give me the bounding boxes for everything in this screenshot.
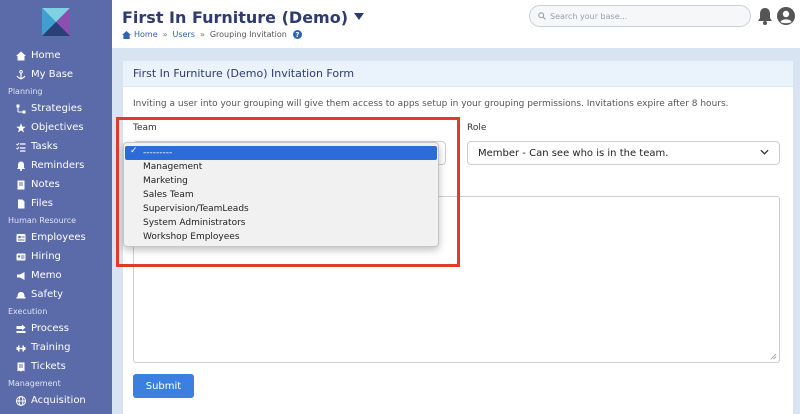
breadcrumb: Home » Users » Grouping Invitation ? xyxy=(122,30,302,39)
note-icon xyxy=(15,179,26,190)
sidebar-item-objectives[interactable]: Objectives xyxy=(0,118,112,137)
sidebar-section-label: Management xyxy=(8,379,61,388)
header: First In Furniture (Demo) Home » Users »… xyxy=(112,0,800,48)
team-option-label: Management xyxy=(143,162,203,172)
breadcrumb-separator: » xyxy=(162,30,168,39)
tasks-icon xyxy=(15,141,26,152)
home-icon xyxy=(15,50,26,61)
sidebar-item-strategies[interactable]: Strategies xyxy=(0,99,112,118)
chevron-down-icon xyxy=(760,149,769,155)
team-option[interactable]: Supervision/TeamLeads xyxy=(124,202,438,216)
sidebar-item-my-base[interactable]: My Base xyxy=(0,65,112,84)
sidebar-nav: Home My Base Planning Strategies Objectives T… xyxy=(0,46,112,410)
hardhat-icon xyxy=(15,289,26,300)
sidebar-item-tasks[interactable]: Tasks xyxy=(0,137,112,156)
sidebar-item-label: Hiring xyxy=(31,251,61,262)
sidebar-item-reminders[interactable]: Reminders xyxy=(0,156,112,175)
sidebar-item-label: Memo xyxy=(31,270,62,281)
sidebar-item-training[interactable]: Training xyxy=(0,338,112,357)
chevron-down-icon[interactable] xyxy=(354,13,365,20)
team-option[interactable]: System Administrators xyxy=(124,216,438,230)
process-icon xyxy=(15,323,26,334)
sidebar-item-label: Strategies xyxy=(31,103,83,114)
training-icon xyxy=(15,342,26,353)
sidebar-item-label: My Base xyxy=(31,69,74,80)
logo[interactable] xyxy=(42,8,70,36)
strategies-icon xyxy=(15,103,26,114)
team-label: Team xyxy=(133,123,157,133)
breadcrumb-separator: » xyxy=(199,30,205,39)
team-dropdown-list: ✓ --------- Management Marketing Sales Team S… xyxy=(123,142,439,247)
submit-button[interactable]: Submit xyxy=(133,374,194,398)
team-option-label: Sales Team xyxy=(143,190,194,200)
team-option[interactable]: Marketing xyxy=(124,174,438,188)
team-option-label: Marketing xyxy=(143,176,188,186)
sidebar-item-hiring[interactable]: Hiring xyxy=(0,247,112,266)
role-label: Role xyxy=(467,123,487,133)
megaphone-icon xyxy=(15,270,26,281)
sidebar-item-label: Employees xyxy=(31,232,86,243)
role-select[interactable]: Member - Can see who is in the team. xyxy=(467,141,780,165)
sidebar-item-employees[interactable]: Employees xyxy=(0,228,112,247)
sidebar-item-label: Notes xyxy=(31,179,60,190)
sidebar-section-label: Human Resource xyxy=(8,216,77,225)
team-option[interactable]: Workshop Employees xyxy=(124,230,438,244)
search-box[interactable] xyxy=(529,5,751,27)
ticket-icon xyxy=(15,361,26,372)
sidebar-section-label: Planning xyxy=(8,87,43,96)
sidebar-item-label: Files xyxy=(31,198,53,209)
sidebar-item-files[interactable]: Files xyxy=(0,194,112,213)
sidebar-item-label: Acquisition xyxy=(31,395,86,406)
help-icon[interactable]: ? xyxy=(292,30,302,39)
acquisition-icon xyxy=(15,395,26,406)
team-option-label: System Administrators xyxy=(143,218,246,228)
team-option-label: --------- xyxy=(143,148,173,158)
sidebar-item-process[interactable]: Process xyxy=(0,319,112,338)
page-title-text: First In Furniture (Demo) xyxy=(122,8,349,27)
sidebar-item-memo[interactable]: Memo xyxy=(0,266,112,285)
sidebar-item-safety[interactable]: Safety xyxy=(0,285,112,304)
home-icon xyxy=(122,30,131,39)
team-option-label: Workshop Employees xyxy=(143,232,240,242)
sidebar-item-label: Home xyxy=(31,50,61,61)
employees-icon xyxy=(15,232,26,243)
sidebar: Home My Base Planning Strategies Objectives T… xyxy=(0,0,112,414)
search-input[interactable] xyxy=(550,11,740,21)
sidebar-item-label: Tasks xyxy=(31,141,58,152)
page-title[interactable]: First In Furniture (Demo) xyxy=(122,8,365,27)
resize-handle-icon[interactable] xyxy=(770,353,777,360)
anchor-icon xyxy=(15,69,26,80)
role-select-value: Member - Can see who is in the team. xyxy=(478,147,669,159)
checkmark-icon: ✓ xyxy=(130,146,138,156)
sidebar-item-label: Objectives xyxy=(31,122,84,133)
bell-icon xyxy=(15,160,26,171)
breadcrumb-current: Grouping Invitation xyxy=(209,30,287,39)
team-option[interactable]: ✓ --------- xyxy=(125,146,437,160)
user-icon[interactable] xyxy=(777,7,795,25)
sidebar-item-acquisition[interactable]: Acquisition xyxy=(0,391,112,410)
team-option[interactable]: Sales Team xyxy=(124,188,438,202)
sidebar-item-label: Reminders xyxy=(31,160,85,171)
id-card-icon xyxy=(15,251,26,262)
sidebar-item-tickets[interactable]: Tickets xyxy=(0,357,112,376)
breadcrumb-users[interactable]: Users xyxy=(173,30,195,39)
search-icon xyxy=(538,12,546,20)
bell-icon[interactable] xyxy=(757,7,773,25)
sidebar-item-label: Training xyxy=(31,342,71,353)
sidebar-item-label: Tickets xyxy=(31,361,66,372)
sidebar-section-label: Execution xyxy=(8,307,48,316)
star-icon xyxy=(15,122,26,133)
file-icon xyxy=(15,198,26,209)
team-option[interactable]: Management xyxy=(124,160,438,174)
form-title: First In Furniture (Demo) Invitation For… xyxy=(123,61,793,87)
breadcrumb-home[interactable]: Home xyxy=(134,30,158,39)
team-option-label: Supervision/TeamLeads xyxy=(143,204,249,214)
form-info-text: Inviting a user into your grouping will … xyxy=(133,99,729,109)
sidebar-item-label: Process xyxy=(31,323,69,334)
sidebar-item-label: Safety xyxy=(31,289,63,300)
sidebar-item-home[interactable]: Home xyxy=(0,46,112,65)
sidebar-item-notes[interactable]: Notes xyxy=(0,175,112,194)
